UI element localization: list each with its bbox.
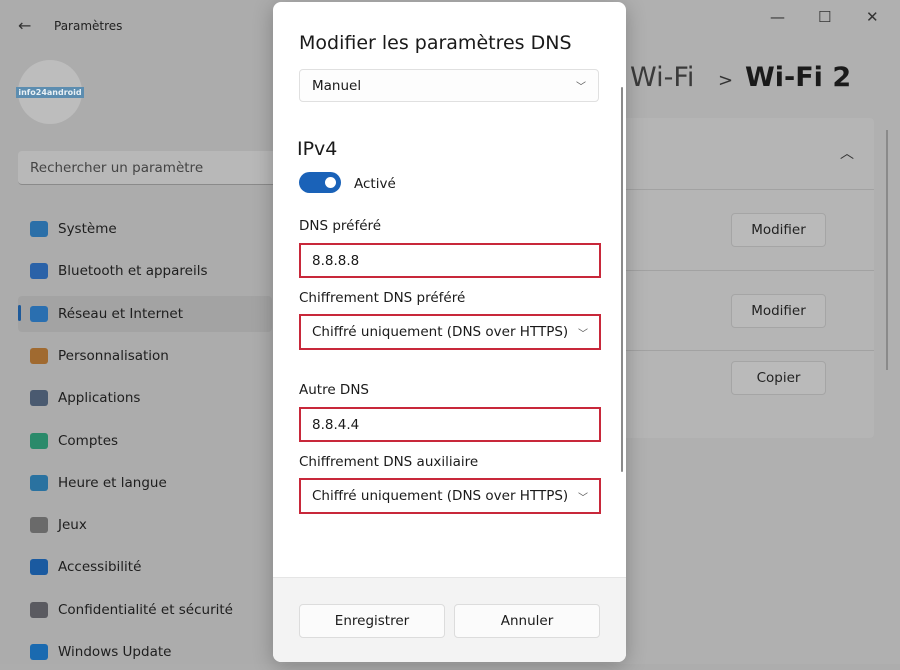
chevron-down-icon: ﹀ [578, 492, 588, 504]
save-button[interactable]: Enregistrer [299, 604, 445, 638]
dns-dialog: Modifier les paramètres DNS Manuel ﹀ IPv4… [273, 2, 626, 662]
divider [600, 189, 874, 190]
avatar[interactable]: info24android [16, 60, 84, 124]
sidebar-item-label: Applications [58, 390, 141, 407]
search-input[interactable]: Rechercher un paramètre [18, 151, 280, 185]
shield-icon [30, 601, 48, 618]
sidebar: ← Paramètres info24android Rechercher un… [0, 0, 280, 664]
edit-dns-button[interactable]: Modifier [731, 213, 826, 247]
sidebar-item[interactable]: Windows Update [18, 634, 272, 670]
sidebar-item[interactable]: Réseau et Internet [18, 295, 272, 332]
selected-indicator [18, 305, 21, 321]
profile-logo: info24android [16, 86, 84, 98]
copy-button[interactable]: Copier [731, 361, 826, 395]
close-button[interactable]: ✕ [866, 8, 879, 26]
preferred-encryption-select[interactable]: Chiffré uniquement (DNS over HTTPS) ﹀ [299, 314, 601, 350]
maximize-button[interactable]: ☐ [818, 8, 831, 26]
sidebar-item-label: Windows Update [58, 644, 172, 660]
person-icon [30, 432, 48, 449]
sidebar-item-label: Comptes [58, 432, 119, 449]
preferred-encryption-value: Chiffré uniquement (DNS over HTTPS) [312, 324, 569, 340]
sidebar-item-label: Jeux [58, 517, 87, 534]
brush-icon [30, 347, 48, 364]
sidebar-item-label: Confidentialité et sécurité [58, 601, 233, 618]
sidebar-item[interactable]: Accessibilité [18, 549, 272, 585]
divider [600, 270, 874, 271]
preferred-dns-input[interactable]: 8.8.8.8 [299, 243, 601, 278]
alternate-encryption-select[interactable]: Chiffré uniquement (DNS over HTTPS) ﹀ [299, 478, 601, 514]
toggle-label: Activé [354, 176, 396, 192]
chevron-up-icon[interactable]: ︿ [840, 143, 854, 163]
sidebar-item[interactable]: Bluetooth et appareils [18, 253, 272, 289]
accessibility-icon [30, 559, 48, 576]
alternate-dns-input[interactable]: 8.8.4.4 [299, 407, 601, 442]
alternate-encryption-value: Chiffré uniquement (DNS over HTTPS) [312, 488, 569, 504]
divider [600, 350, 874, 351]
update-icon [30, 644, 48, 660]
sidebar-item-label: Accessibilité [58, 559, 142, 576]
chevron-down-icon: ﹀ [578, 328, 588, 340]
scrollbar[interactable] [886, 130, 888, 370]
app-title: Paramètres [54, 19, 123, 33]
dns-mode-select[interactable]: Manuel ﹀ [299, 69, 599, 102]
dns-mode-value: Manuel [312, 77, 362, 94]
dialog-footer: Enregistrer Annuler [273, 577, 626, 662]
sidebar-item[interactable]: Jeux [18, 507, 272, 543]
wifi-icon [30, 305, 48, 322]
gamepad-icon [30, 517, 48, 534]
back-arrow-icon[interactable]: ← [18, 16, 31, 35]
bluetooth-icon [30, 263, 48, 280]
alternate-encryption-label: Chiffrement DNS auxiliaire [299, 454, 479, 470]
ipv4-toggle[interactable] [299, 172, 341, 193]
breadcrumb-parent[interactable]: Wi-Fi [630, 62, 694, 93]
sidebar-item-label: Personnalisation [58, 347, 169, 364]
alternate-dns-label: Autre DNS [299, 382, 369, 398]
cancel-button[interactable]: Annuler [454, 604, 600, 638]
sidebar-item-label: Heure et langue [58, 474, 167, 491]
chevron-down-icon: ﹀ [576, 82, 586, 93]
ipv4-heading: IPv4 [297, 138, 338, 160]
edit-ip-button[interactable]: Modifier [731, 294, 826, 328]
sidebar-item[interactable]: Applications [18, 380, 272, 416]
apps-icon [30, 390, 48, 407]
sidebar-item-label: Réseau et Internet [58, 305, 184, 322]
minimize-button[interactable]: — [770, 8, 785, 26]
sidebar-item[interactable]: Système [18, 211, 272, 247]
dialog-title: Modifier les paramètres DNS [299, 32, 572, 54]
sidebar-item[interactable]: Confidentialité et sécurité [18, 592, 272, 628]
sidebar-item[interactable]: Personnalisation [18, 338, 272, 374]
breadcrumb-separator: > [718, 70, 734, 91]
sidebar-item-label: Bluetooth et appareils [58, 263, 208, 280]
clock-globe-icon [30, 474, 48, 491]
sidebar-item-label: Système [58, 221, 117, 237]
preferred-dns-label: DNS préféré [299, 218, 382, 234]
page-title: Wi-Fi 2 [745, 62, 852, 93]
preferred-encryption-label: Chiffrement DNS préféré [299, 290, 466, 306]
sidebar-item[interactable]: Heure et langue [18, 465, 272, 501]
monitor-icon [30, 221, 48, 237]
sidebar-item[interactable]: Comptes [18, 423, 272, 459]
toggle-knob [325, 177, 336, 188]
dialog-scrollbar[interactable] [621, 87, 623, 472]
